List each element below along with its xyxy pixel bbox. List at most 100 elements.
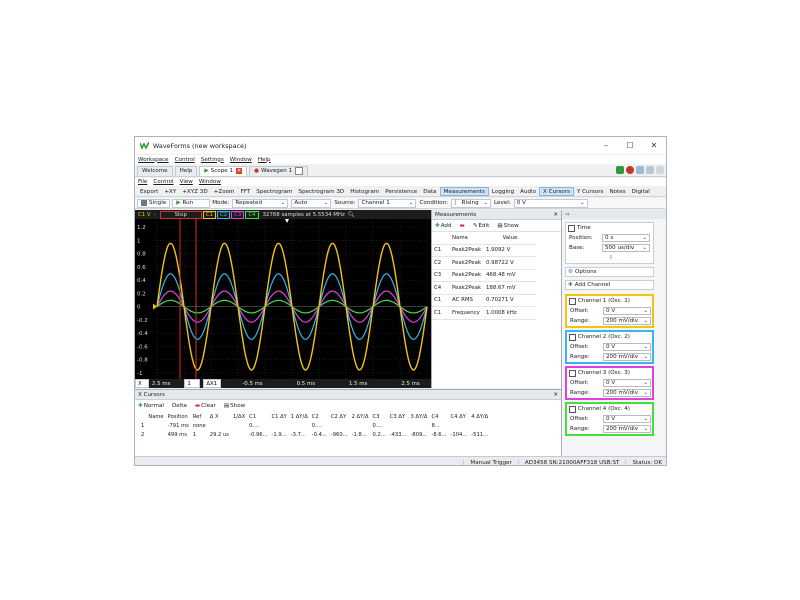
table-row[interactable]: C2 Peak2Peak 0.98722 V (432, 256, 536, 270)
offset-input[interactable]: 0 V ⌄ (603, 415, 651, 423)
measurements-button[interactable]: Measurements (439, 187, 489, 196)
device-icon[interactable] (636, 166, 644, 174)
chevron-down-icon: ⌄ (643, 318, 648, 324)
close-tab-icon[interactable] (295, 167, 304, 175)
maximize-button[interactable]: ☐ (618, 137, 642, 154)
channel-3-chip[interactable]: C3 (231, 210, 245, 219)
menu-window[interactable]: Window (230, 157, 252, 163)
spectrogram-button[interactable]: Spectrogram (253, 187, 295, 196)
checkbox-icon[interactable] (568, 224, 575, 232)
channel-enable-checkbox[interactable] (569, 405, 576, 413)
histogram-button[interactable]: Histogram (347, 187, 382, 196)
manual-trigger-button[interactable]: Manual Trigger (463, 459, 517, 465)
arrow-right-icon[interactable]: ⇒ (565, 212, 570, 218)
stop-all-icon[interactable] (626, 166, 634, 174)
notes-button[interactable]: Notes (606, 187, 628, 196)
menu-file[interactable]: File (138, 179, 147, 185)
menu-settings[interactable]: Settings (201, 157, 224, 163)
close-window-button[interactable]: ✕ (642, 137, 666, 154)
trigger-auto-select[interactable]: Auto ⌄ (291, 198, 332, 208)
range-input[interactable]: 200 mV/div ⌄ (603, 317, 651, 325)
menu-window[interactable]: Window (199, 179, 221, 185)
base-input[interactable]: 500 us/div ⌄ (602, 244, 650, 252)
channel-4-chip[interactable]: C4 (245, 210, 259, 219)
y-cursors-button[interactable]: Y Cursors (574, 187, 607, 196)
add-xyz-button[interactable]: +XYZ 3D (179, 187, 210, 196)
tab-scope-1[interactable]: ▶ Scope 1 ✕ (199, 165, 248, 176)
tab-help[interactable]: Help (174, 165, 198, 176)
menu-control[interactable]: Control (153, 179, 173, 185)
cell-channel: C3 (432, 269, 450, 282)
range-input[interactable]: 200 mV/div ⌄ (603, 389, 651, 397)
run-button[interactable]: ▶ Run (172, 198, 211, 208)
tab-welcome[interactable]: Welcome (137, 165, 173, 176)
range-input[interactable]: 200 mV/div ⌄ (603, 425, 651, 433)
channel-1-chip[interactable]: C1 (202, 210, 216, 219)
spectrogram-3d-button[interactable]: Spectrogram 3D (295, 187, 347, 196)
data-button[interactable]: Data (420, 187, 439, 196)
table-row[interactable]: 2 499 ms 1 29.2 us -0.96... -1.9... -3.7... -0.… (139, 430, 490, 439)
settings-icon[interactable] (646, 166, 654, 174)
waveform-canvas[interactable]: 1.2 1 0.8 0.6 0.4 0.2 0 -0.2 -0.4 -0.6 -0.8 -1 (135, 219, 431, 379)
mode-select[interactable]: Repeated ⌄ (232, 198, 289, 208)
add-channel-row[interactable]: ✚ Add Channel (565, 280, 654, 290)
offset-input[interactable]: 0 V ⌄ (603, 379, 651, 387)
x-axis-select[interactable]: X (135, 379, 149, 388)
options-row[interactable]: ⚙ Options (565, 267, 654, 277)
scope-plot[interactable]: C1 V › Stop C1 C2 C3 C4 32768 samples at… (135, 210, 431, 388)
fft-button[interactable]: FFT (238, 187, 254, 196)
main-menu-bar: Workspace Control Settings Window Help (135, 155, 666, 164)
menu-view[interactable]: View (180, 179, 193, 185)
clear-cursors-button[interactable]: Clear (201, 403, 216, 409)
close-tab-icon[interactable]: ✕ (236, 168, 243, 174)
cursor-ref-select[interactable]: 1 (184, 379, 201, 388)
table-row[interactable]: C1 Frequency 1.0008 kHz (432, 306, 536, 320)
add-xy-button[interactable]: +XY (161, 187, 179, 196)
single-button[interactable]: Single (137, 198, 171, 208)
channel-enable-checkbox[interactable] (569, 333, 576, 341)
zoom-icon[interactable]: 🔍︎ (348, 212, 355, 218)
x-cursors-button[interactable]: X Cursors (539, 187, 574, 196)
audio-button[interactable]: Audio (517, 187, 539, 196)
level-input[interactable]: 0 V ⌄ (513, 198, 588, 208)
position-input[interactable]: 0 s ⌄ (602, 234, 650, 242)
table-row[interactable]: 1 -791 ms none 0.... 0.... 0.... 8... (139, 421, 490, 430)
channel-2-chip[interactable]: C2 (216, 210, 231, 219)
condition-select[interactable]: ∫ Rising ⌄ (451, 198, 492, 208)
close-panel-icon[interactable]: ✕ (553, 392, 558, 398)
menu-control[interactable]: Control (175, 157, 195, 163)
source-select[interactable]: Channel 1 ⌄ (358, 198, 417, 208)
logging-button[interactable]: Logging (489, 187, 517, 196)
range-input[interactable]: 200 mV/div ⌄ (603, 353, 651, 361)
menu-workspace[interactable]: Workspace (138, 157, 169, 163)
export-button[interactable]: Export (137, 187, 161, 196)
tab-wavegen-1[interactable]: ● Wavegen 1 (249, 165, 309, 176)
table-row[interactable]: C4 Peak2Peak 188.67 mV (432, 281, 536, 295)
run-all-icon[interactable] (616, 166, 624, 174)
table-row[interactable]: C1 AC RMS 0.70271 V (432, 294, 536, 307)
add-measurement-button[interactable]: Add (441, 223, 452, 229)
table-row[interactable]: C1 Peak2Peak 1.9092 V (432, 244, 536, 257)
show-cursors-button[interactable]: Show (230, 403, 245, 409)
table-row[interactable]: C3 Peak2Peak 468.48 mV (432, 269, 536, 282)
show-measurements-button[interactable]: Show (504, 223, 519, 229)
delta-select[interactable]: ΔX1 (203, 379, 222, 388)
persistence-button[interactable]: Persistence (382, 187, 420, 196)
arrow-down-icon[interactable]: ⇩ (609, 255, 614, 261)
close-panel-icon[interactable]: ✕ (553, 212, 558, 218)
channel-enable-checkbox[interactable] (569, 297, 576, 305)
normal-cursor-button[interactable]: Normal (144, 403, 164, 409)
add-zoom-button[interactable]: +Zoom (211, 187, 238, 196)
digital-button[interactable]: Digital (629, 187, 653, 196)
offset-input[interactable]: 0 V ⌄ (603, 343, 651, 351)
delta-cursor-button[interactable]: Delta (172, 403, 187, 409)
menu-help[interactable]: Help (258, 157, 271, 163)
remove-icon[interactable]: ▬ (460, 223, 465, 229)
help-icon[interactable] (656, 166, 664, 174)
channel-enable-checkbox[interactable] (569, 369, 576, 377)
minimize-button[interactable]: – (594, 137, 618, 154)
device-info[interactable]: AD3458 SN:21000AFF318 USB:ST (517, 459, 626, 465)
offset-input[interactable]: 0 V ⌄ (603, 307, 651, 315)
cell-name: Peak2Peak (450, 269, 484, 282)
edit-measurement-button[interactable]: Edit (479, 223, 490, 229)
